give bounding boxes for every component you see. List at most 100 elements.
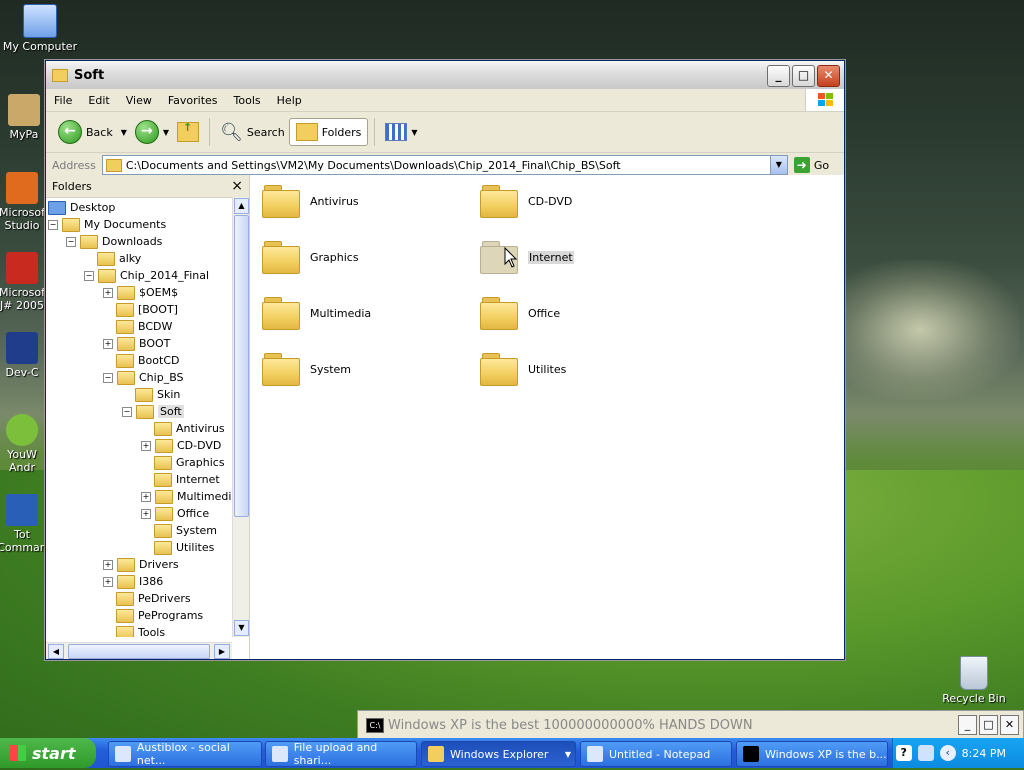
- tree-item-downloads[interactable]: − Downloads: [66, 233, 162, 250]
- tree-item-pedrivers[interactable]: PeDrivers: [116, 590, 191, 607]
- tree-item-oem[interactable]: + $OEM$: [103, 284, 178, 301]
- tree-item-peprograms[interactable]: PePrograms: [116, 607, 203, 624]
- tree-item-soft[interactable]: − Soft: [122, 403, 184, 420]
- folder-item-antivirus[interactable]: Antivirus: [262, 185, 359, 218]
- tree-item-alky[interactable]: alky: [97, 250, 141, 267]
- folder-item-cd-dvd[interactable]: CD-DVD: [480, 185, 572, 218]
- tree-item-internet[interactable]: Internet: [154, 471, 220, 488]
- console-window[interactable]: C:\ Windows XP is the best 100000000000%…: [357, 710, 1024, 740]
- menu-view[interactable]: View: [118, 94, 160, 107]
- chevron-left-icon[interactable]: ‹: [939, 745, 956, 761]
- up-folder-button[interactable]: ↑: [173, 120, 203, 144]
- views-button[interactable]: ▼: [381, 121, 421, 143]
- expand-icon[interactable]: +: [103, 559, 113, 570]
- chevron-down-icon[interactable]: ▼: [121, 128, 127, 137]
- minimize-button[interactable]: _: [767, 65, 790, 87]
- collapse-icon[interactable]: −: [103, 372, 113, 383]
- tree-item-multimedia[interactable]: + Multimedia: [141, 488, 232, 505]
- menu-tools[interactable]: Tools: [226, 94, 269, 107]
- tree-item-bcdw[interactable]: BCDW: [116, 318, 172, 335]
- tree-item-skin[interactable]: Skin: [135, 386, 180, 403]
- folder-item-graphics[interactable]: Graphics: [262, 241, 359, 274]
- tree-item-utilites[interactable]: Utilites: [154, 539, 214, 556]
- folder-item-multimedia[interactable]: Multimedia: [262, 297, 371, 330]
- address-input[interactable]: C:\Documents and Settings\VM2\My Documen…: [101, 155, 788, 175]
- scroll-down-icon[interactable]: ▼: [234, 620, 249, 636]
- address-dropdown-icon[interactable]: ▼: [769, 156, 787, 174]
- folders-button[interactable]: Folders: [288, 118, 369, 146]
- tree-item-desktop[interactable]: Desktop: [48, 199, 115, 216]
- expand-icon[interactable]: +: [103, 287, 113, 298]
- collapse-icon[interactable]: −: [122, 406, 132, 417]
- tree-item-bootcd[interactable]: BootCD: [116, 352, 179, 369]
- menu-file[interactable]: File: [46, 94, 80, 107]
- desktop-icon-youwave[interactable]: YouW Andr: [0, 414, 50, 474]
- tree-item-office[interactable]: + Office: [141, 505, 209, 522]
- maximize-button[interactable]: □: [792, 65, 815, 87]
- taskbar-item-file-upload[interactable]: File upload and shari...: [265, 741, 417, 767]
- maximize-button[interactable]: □: [979, 715, 998, 735]
- menu-edit[interactable]: Edit: [80, 94, 117, 107]
- chevron-down-icon[interactable]: ▼: [411, 128, 417, 137]
- close-icon[interactable]: ×: [231, 178, 243, 194]
- start-button[interactable]: start: [0, 738, 96, 768]
- minimize-button[interactable]: _: [958, 715, 977, 735]
- network-icon[interactable]: [917, 745, 934, 761]
- title-bar[interactable]: Soft _ □ ✕: [46, 61, 844, 89]
- taskbar-item-austiblox[interactable]: Austiblox - social net...: [108, 741, 262, 767]
- menu-favorites[interactable]: Favorites: [160, 94, 226, 107]
- expand-icon[interactable]: +: [103, 576, 113, 587]
- tree-item-tools[interactable]: Tools: [116, 624, 165, 637]
- tree-item-i386[interactable]: + I386: [103, 573, 163, 590]
- scroll-up-icon[interactable]: ▲: [234, 198, 249, 214]
- search-button[interactable]: 🔍︎ Search: [216, 120, 289, 145]
- tree-item-boot-bracket[interactable]: [BOOT]: [116, 301, 178, 318]
- folder-item-internet[interactable]: Internet: [480, 241, 574, 274]
- collapse-icon[interactable]: −: [48, 219, 58, 230]
- tree-item-my-documents[interactable]: − My Documents: [48, 216, 166, 233]
- forward-button[interactable]: → ▼: [131, 118, 173, 146]
- collapse-icon[interactable]: −: [66, 236, 76, 247]
- expand-icon[interactable]: +: [141, 508, 151, 519]
- tree-horizontal-scrollbar[interactable]: ◀ ▶: [46, 642, 232, 659]
- desktop-icon-recycle-bin[interactable]: Recycle Bin: [934, 656, 1014, 705]
- tree-item-boot[interactable]: + BOOT: [103, 335, 170, 352]
- menu-help[interactable]: Help: [269, 94, 310, 107]
- tree-item-chip-2014-final[interactable]: − Chip_2014_Final: [84, 267, 209, 284]
- chevron-down-icon[interactable]: ▼: [163, 128, 169, 137]
- back-button[interactable]: ← Back ▼: [54, 118, 131, 146]
- scroll-right-icon[interactable]: ▶: [214, 644, 230, 659]
- scroll-thumb[interactable]: [234, 215, 249, 517]
- taskbar-item-windows-explorer[interactable]: Windows Explorer ▼: [421, 741, 576, 767]
- tree-item-cd-dvd[interactable]: + CD-DVD: [141, 437, 221, 454]
- tree-item-graphics[interactable]: Graphics: [154, 454, 225, 471]
- folder-item-system[interactable]: System: [262, 353, 351, 386]
- taskbar-item-console[interactable]: Windows XP is the b...: [736, 741, 888, 767]
- expand-icon[interactable]: +: [141, 440, 151, 451]
- tree-item-antivirus[interactable]: Antivirus: [154, 420, 225, 437]
- folder-item-utilites[interactable]: Utilites: [480, 353, 566, 386]
- taskbar-item-notepad[interactable]: Untitled - Notepad: [580, 741, 732, 767]
- tree-item-drivers[interactable]: + Drivers: [103, 556, 179, 573]
- tree-vertical-scrollbar[interactable]: ▲ ▼: [232, 197, 249, 637]
- close-button[interactable]: ✕: [1000, 715, 1019, 735]
- collapse-icon[interactable]: −: [84, 270, 94, 281]
- tree-item-chip-bs[interactable]: − Chip_BS: [103, 369, 184, 386]
- desktop-icon-microsoft-studio[interactable]: Microsof Studio: [0, 172, 50, 232]
- chevron-down-icon[interactable]: ▼: [565, 750, 571, 759]
- desktop-icon-dev-c[interactable]: Dev-C: [0, 332, 50, 379]
- scroll-left-icon[interactable]: ◀: [48, 644, 64, 659]
- desktop-icon-label: YouW Andr: [7, 448, 37, 474]
- go-button[interactable]: ➜ Go: [793, 157, 829, 173]
- desktop-icon-my-computer[interactable]: My Computer: [0, 4, 80, 53]
- close-button[interactable]: ✕: [817, 65, 840, 87]
- expand-icon[interactable]: +: [103, 338, 113, 349]
- expand-icon[interactable]: +: [141, 491, 151, 502]
- help-icon[interactable]: ?: [895, 745, 912, 761]
- folder-item-office[interactable]: Office: [480, 297, 560, 330]
- scroll-thumb[interactable]: [68, 644, 210, 659]
- desktop-icon-microsoft-jsharp[interactable]: Microsof J# 2005: [0, 252, 50, 312]
- tree-item-system[interactable]: System: [154, 522, 217, 539]
- clock[interactable]: 8:24 PM: [962, 747, 1006, 760]
- desktop-icon-total-commander[interactable]: Tot Comman: [0, 494, 50, 554]
